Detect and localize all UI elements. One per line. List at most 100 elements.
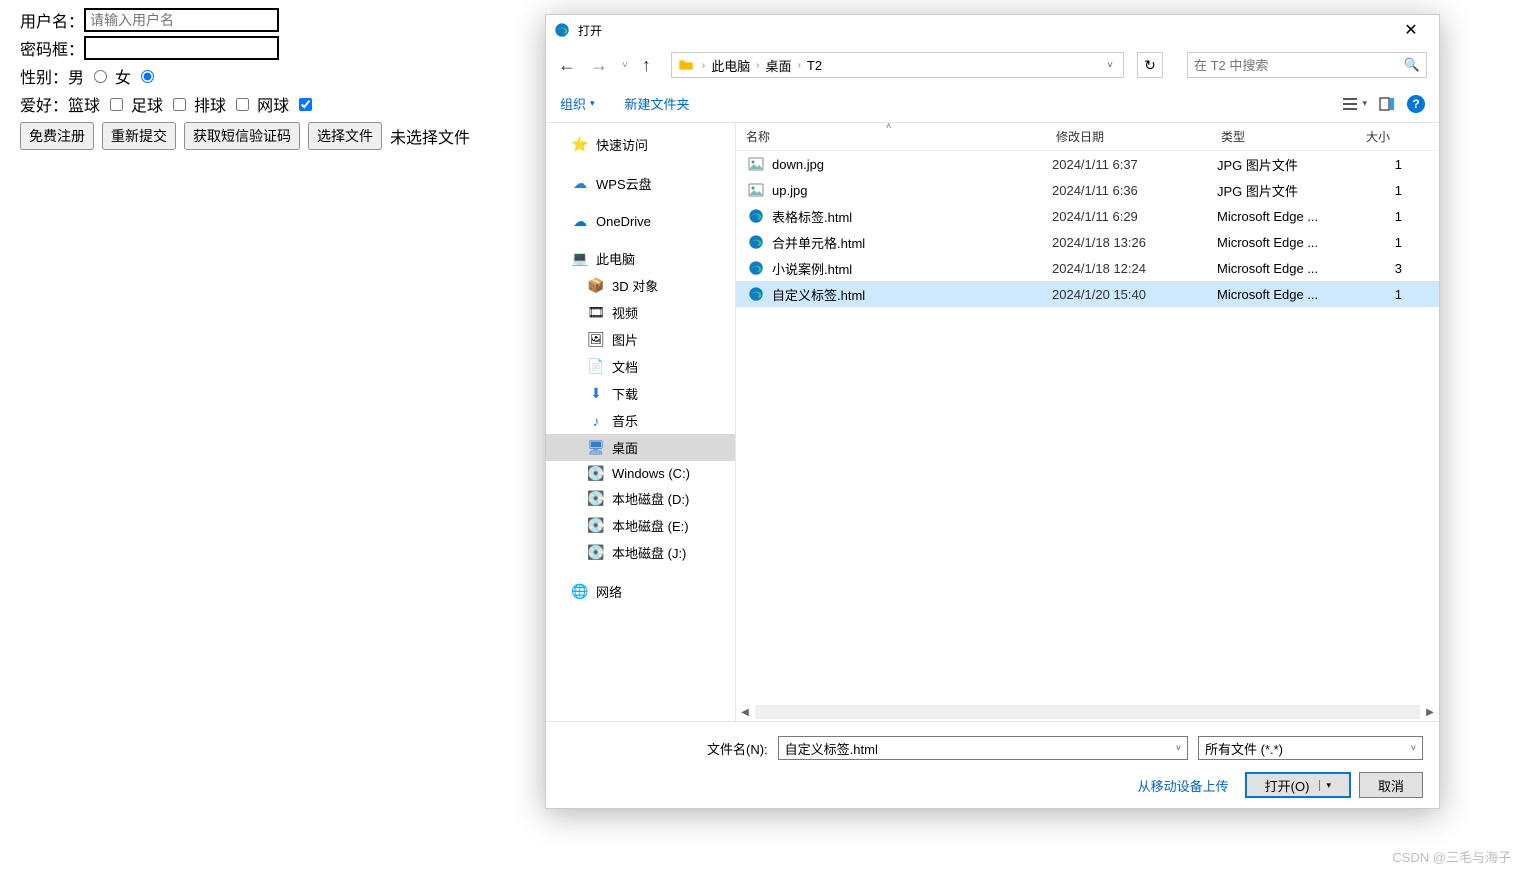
search-box[interactable]: 🔍 — [1187, 52, 1427, 78]
column-headers: ˄ 名称 修改日期 类型 大小 — [736, 123, 1439, 151]
watermark-text: CSDN @三毛与海子 — [1392, 847, 1511, 866]
star-icon: ⭐ — [572, 137, 588, 153]
file-date: 2024/1/18 12:24 — [1052, 261, 1217, 276]
folder-icon — [678, 57, 694, 73]
sidebar-onedrive[interactable]: ☁OneDrive — [546, 209, 735, 233]
column-type[interactable]: 类型 — [1211, 128, 1356, 145]
file-type: Microsoft Edge ... — [1217, 235, 1362, 250]
file-name: 自定义标签.html — [772, 285, 1052, 304]
file-type: Microsoft Edge ... — [1217, 261, 1362, 276]
close-button[interactable]: ✕ — [1391, 20, 1431, 40]
sidebar-wps[interactable]: ☁WPS云盘 — [546, 170, 735, 197]
hobby-basketball-checkbox[interactable] — [110, 98, 123, 111]
file-type: JPG 图片文件 — [1217, 181, 1362, 200]
new-folder-button[interactable]: 新建文件夹 — [625, 94, 690, 113]
sidebar-videos[interactable]: 🎞视频 — [546, 299, 735, 326]
upload-from-mobile-link[interactable]: 从移动设备上传 — [1138, 776, 1229, 795]
file-row[interactable]: 自定义标签.html2024/1/20 15:40Microsoft Edge … — [736, 281, 1439, 307]
file-row[interactable]: down.jpg2024/1/11 6:37JPG 图片文件1 — [736, 151, 1439, 177]
chevron-down-icon[interactable]: ˅ — [1411, 743, 1416, 753]
organize-menu[interactable]: 组织▾ — [560, 94, 595, 113]
sidebar-quick-access[interactable]: ⭐快速访问 — [546, 131, 735, 158]
file-row[interactable]: 表格标签.html2024/1/11 6:29Microsoft Edge ..… — [736, 203, 1439, 229]
file-row[interactable]: 合并单元格.html2024/1/18 13:26Microsoft Edge … — [736, 229, 1439, 255]
breadcrumb-desktop[interactable]: 桌面 — [766, 56, 792, 75]
file-date: 2024/1/11 6:36 — [1052, 183, 1217, 198]
hobby-football-checkbox[interactable] — [173, 98, 186, 111]
file-type: JPG 图片文件 — [1217, 155, 1362, 174]
gender-male-radio[interactable] — [94, 70, 107, 83]
download-icon: ⬇ — [588, 386, 604, 402]
choose-file-button[interactable]: 选择文件 — [308, 122, 382, 150]
sidebar-network[interactable]: 🌐网络 — [546, 578, 735, 605]
hobby-football-label: 足球 — [131, 92, 163, 116]
back-button[interactable]: ← — [558, 55, 576, 76]
gender-female-radio[interactable] — [141, 70, 154, 83]
file-size: 3 — [1362, 261, 1402, 276]
sidebar-documents[interactable]: 📄文档 — [546, 353, 735, 380]
drive-icon: 💽 — [588, 545, 604, 561]
recent-dropdown[interactable]: ˅ — [622, 60, 628, 71]
edge-file-icon — [748, 260, 764, 276]
filename-input[interactable]: 自定义标签.html ˅ — [778, 736, 1188, 760]
file-row[interactable]: up.jpg2024/1/11 6:36JPG 图片文件1 — [736, 177, 1439, 203]
column-date[interactable]: 修改日期 — [1046, 128, 1211, 145]
breadcrumb-root[interactable]: 此电脑 — [711, 56, 750, 75]
document-icon: 📄 — [588, 359, 604, 375]
register-button[interactable]: 免费注册 — [20, 122, 94, 150]
address-dropdown[interactable]: ˅ — [1103, 60, 1117, 71]
open-button[interactable]: 打开(O)▾ — [1245, 772, 1351, 798]
file-name: 表格标签.html — [772, 207, 1052, 226]
view-mode-button[interactable]: ▾ — [1342, 96, 1367, 112]
hobby-volleyball-checkbox[interactable] — [236, 98, 249, 111]
address-bar[interactable]: › 此电脑 › 桌面 › T2 ˅ — [671, 52, 1124, 78]
help-button[interactable]: ? — [1407, 95, 1425, 113]
username-input[interactable] — [84, 8, 279, 32]
sidebar-3d-objects[interactable]: 📦3D 对象 — [546, 272, 735, 299]
file-size: 1 — [1362, 287, 1402, 302]
gender-male-label: 男 — [68, 64, 84, 88]
scroll-right-icon[interactable]: ▶ — [1421, 707, 1439, 718]
breadcrumb: 此电脑 › 桌面 › T2 — [711, 56, 822, 75]
scroll-left-icon[interactable]: ◀ — [736, 707, 754, 718]
sidebar-drive-j[interactable]: 💽本地磁盘 (J:) — [546, 539, 735, 566]
reset-button[interactable]: 重新提交 — [102, 122, 176, 150]
file-row[interactable]: 小说案例.html2024/1/18 12:24Microsoft Edge .… — [736, 255, 1439, 281]
forward-button[interactable]: → — [590, 55, 608, 76]
password-label: 密码框： — [20, 36, 84, 60]
search-input[interactable] — [1194, 58, 1404, 73]
search-icon[interactable]: 🔍 — [1404, 57, 1420, 73]
up-button[interactable]: ↑ — [642, 55, 651, 76]
refresh-button[interactable]: ↻ — [1137, 52, 1163, 78]
sidebar-drive-e[interactable]: 💽本地磁盘 (E:) — [546, 512, 735, 539]
preview-icon — [1379, 96, 1395, 112]
column-size[interactable]: 大小 — [1356, 128, 1416, 145]
sidebar-thispc[interactable]: 💻此电脑 — [546, 245, 735, 272]
sidebar-drive-c[interactable]: 💽Windows (C:) — [546, 461, 735, 485]
hobby-label: 爱好： — [20, 92, 68, 116]
cancel-button[interactable]: 取消 — [1359, 772, 1423, 798]
open-dropdown[interactable]: ▾ — [1319, 780, 1331, 791]
hobby-tennis-checkbox[interactable] — [299, 98, 312, 111]
sidebar-music[interactable]: ♪音乐 — [546, 407, 735, 434]
file-filter-select[interactable]: 所有文件 (*.*) ˅ — [1198, 736, 1423, 760]
password-input[interactable] — [84, 36, 279, 60]
sidebar-pictures[interactable]: 🖼图片 — [546, 326, 735, 353]
filename-value: 自定义标签.html — [785, 739, 878, 758]
drive-icon: 💽 — [588, 518, 604, 534]
chevron-down-icon[interactable]: ˅ — [1176, 743, 1181, 753]
sidebar: ⭐快速访问 ☁WPS云盘 ☁OneDrive 💻此电脑 📦3D 对象 🎞视频 🖼… — [546, 123, 736, 721]
sms-button[interactable]: 获取短信验证码 — [184, 122, 300, 150]
file-name: 合并单元格.html — [772, 233, 1052, 252]
preview-pane-button[interactable] — [1379, 96, 1395, 112]
file-name: up.jpg — [772, 183, 1052, 198]
scroll-track[interactable] — [755, 705, 1420, 719]
form-panel: 用户名： 密码框： 性别： 男 女 爱好： 篮球 足球 排球 网球 免费注册 重… — [20, 8, 470, 150]
sidebar-desktop[interactable]: 🖥桌面 — [546, 434, 735, 461]
sidebar-drive-d[interactable]: 💽本地磁盘 (D:) — [546, 485, 735, 512]
horizontal-scrollbar[interactable]: ◀ ▶ — [736, 703, 1439, 721]
breadcrumb-t2[interactable]: T2 — [807, 58, 822, 73]
sidebar-downloads[interactable]: ⬇下载 — [546, 380, 735, 407]
no-file-text: 未选择文件 — [390, 124, 470, 148]
file-type: Microsoft Edge ... — [1217, 209, 1362, 224]
